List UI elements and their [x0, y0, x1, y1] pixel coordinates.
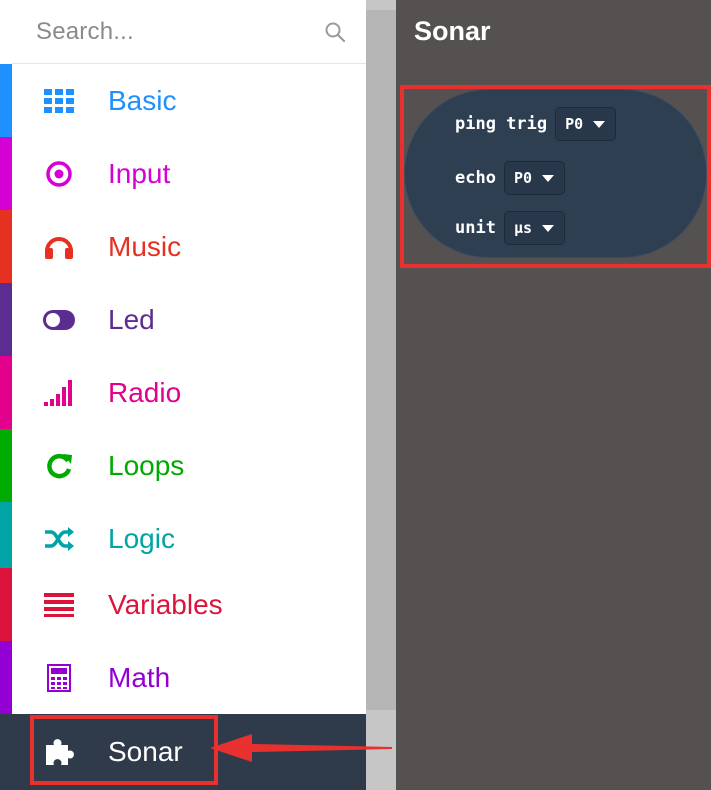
search-box[interactable]: Search... [12, 0, 366, 64]
category-color-stripe [0, 356, 12, 429]
toolbox-sidebar: Search... Basic Input Music Led Radio Lo… [0, 0, 366, 790]
calculator-icon [43, 662, 75, 694]
makecode-editor: Search... Basic Input Music Led Radio Lo… [0, 0, 711, 790]
category-label: Math [108, 661, 171, 693]
category-label: Logic [108, 522, 175, 554]
toggle-icon [43, 304, 75, 336]
category-loops[interactable]: Loops [0, 429, 366, 502]
category-label: Loops [108, 449, 185, 481]
category-radio[interactable]: Radio [0, 356, 366, 429]
category-label: Input [108, 157, 171, 189]
category-variables[interactable]: Variables [0, 568, 366, 641]
category-color-stripe [0, 283, 12, 356]
category-math[interactable]: Math [0, 641, 366, 714]
search-icon[interactable] [322, 19, 348, 45]
grid-icon [43, 85, 75, 117]
block-highlight-box [400, 85, 711, 268]
list-lines-icon [43, 589, 75, 621]
selection-highlight-box [30, 715, 218, 785]
category-color-stripe [0, 502, 12, 575]
flyout-title: Sonar [414, 16, 491, 46]
search-input[interactable]: Search... [36, 18, 322, 46]
category-logic[interactable]: Logic [0, 502, 366, 575]
category-label: Radio [108, 376, 182, 408]
category-label: Music [108, 230, 182, 262]
category-color-stripe [0, 641, 12, 714]
signal-bars-icon [43, 377, 75, 409]
toolbox-scrollbar-thumb[interactable] [366, 10, 396, 710]
category-color-stripe [0, 429, 12, 502]
category-color-stripe [0, 568, 12, 641]
category-input[interactable]: Input [0, 137, 366, 210]
radio-target-icon [43, 158, 75, 190]
headphones-icon [43, 231, 75, 263]
category-color-stripe [0, 210, 12, 283]
category-color-stripe [0, 137, 12, 210]
category-color-stripe [0, 714, 12, 790]
refresh-icon [43, 450, 75, 482]
category-label: Basic [108, 84, 177, 116]
category-label: Led [108, 303, 155, 335]
category-color-stripe [0, 64, 12, 137]
shuffle-icon [43, 523, 75, 555]
category-led[interactable]: Led [0, 283, 366, 356]
category-label: Variables [108, 588, 223, 620]
annotation-arrow-icon [210, 734, 392, 762]
category-basic[interactable]: Basic [0, 64, 366, 137]
category-music[interactable]: Music [0, 210, 366, 283]
